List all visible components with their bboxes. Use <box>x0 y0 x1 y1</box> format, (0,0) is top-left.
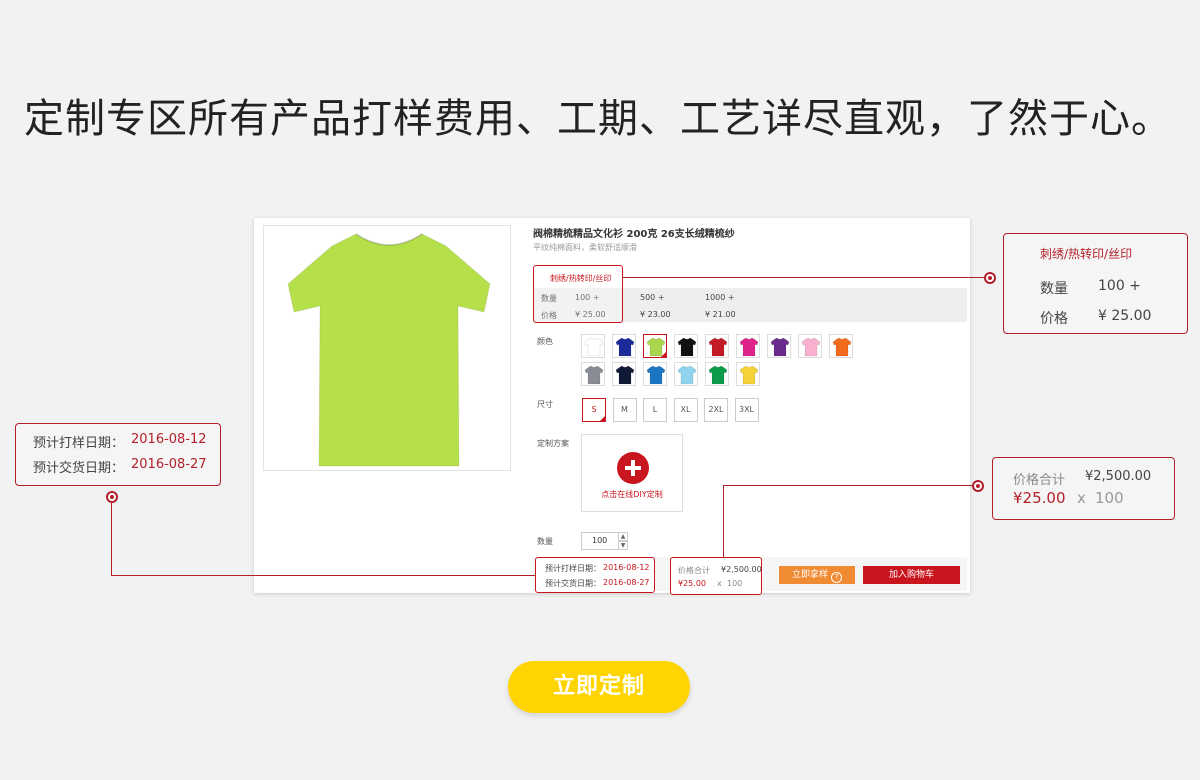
callout-sample-date: 2016-08-12 <box>131 432 207 447</box>
color-swatch[interactable] <box>612 362 636 386</box>
product-title: 阀棉精梳精品文化衫 200克 26支长绒精梳纱 <box>533 229 735 240</box>
tshirt-icon <box>739 337 759 357</box>
quantity-label: 数量 <box>537 537 553 546</box>
tshirt-icon <box>584 365 604 385</box>
help-icon: ? <box>831 572 842 583</box>
callout-total-amount: ¥2,500.00 <box>1085 469 1152 484</box>
color-swatch[interactable] <box>705 362 729 386</box>
total-callout: 价格合计 ¥2,500.00 ¥25.00 x 100 <box>992 457 1175 520</box>
quantity-down-icon[interactable]: ▼ <box>618 541 628 550</box>
color-swatch[interactable] <box>829 334 853 358</box>
connector-line <box>723 485 973 486</box>
tshirt-icon <box>646 365 666 385</box>
size-option[interactable]: M <box>612 398 637 422</box>
total-amount: ¥2,500.00 <box>721 565 762 574</box>
size-option[interactable]: L <box>643 398 667 422</box>
times-sign: x <box>717 579 722 588</box>
callout-qty: 100 + <box>1098 278 1141 294</box>
diy-customize-button[interactable]: 点击在线DIY定制 <box>581 434 683 512</box>
sample-date-label: 预计打样日期： <box>545 564 601 573</box>
product-card: 阀棉精梳精品文化衫 200克 26支长绒精梳纱 平纹纯棉面料，柔软舒适顺滑 数量… <box>254 218 970 595</box>
callout-total-qty: 100 <box>1095 489 1124 507</box>
color-swatch[interactable] <box>736 362 760 386</box>
marker-dot-icon <box>984 272 996 284</box>
size-label: 尺寸 <box>537 400 553 409</box>
callout-qty-label: 数量 <box>1040 281 1068 297</box>
diy-label: 点击在线DIY定制 <box>601 490 663 499</box>
total-label: 价格合计 <box>678 566 710 575</box>
color-swatch[interactable] <box>798 334 822 358</box>
color-swatch[interactable] <box>643 362 667 386</box>
color-swatch[interactable] <box>767 334 791 358</box>
headline: 定制专区所有产品打样费用、工期、工艺详尽直观，了然于心。 <box>24 96 1172 142</box>
callout-unit-price: ¥25.00 <box>1013 489 1066 507</box>
callout-total-label: 价格合计 <box>1013 473 1066 488</box>
color-swatch[interactable] <box>705 334 729 358</box>
quantity-up-icon[interactable]: ▲ <box>618 532 628 541</box>
connector-line <box>111 575 535 576</box>
callout-sample-label: 预计打样日期： <box>33 436 125 451</box>
tshirt-icon <box>708 337 728 357</box>
callout-delivery-date: 2016-08-27 <box>131 457 207 472</box>
callout-craft-title: 刺绣/热转印/丝印 <box>1040 247 1133 261</box>
selected-tier-box[interactable]: 刺绣/热转印/丝印 <box>533 265 623 323</box>
tshirt-icon <box>584 337 604 357</box>
callout-delivery-label: 预计交货日期： <box>33 461 125 476</box>
custom-plan-label: 定制方案 <box>537 439 569 448</box>
size-option[interactable]: XL <box>673 398 698 422</box>
connector-line <box>111 503 112 575</box>
tshirt-icon <box>615 337 635 357</box>
size-option[interactable]: 2XL <box>704 398 728 422</box>
schedule-mini-box: 预计打样日期： 2016-08-12 预计交货日期： 2016-08-27 <box>535 557 655 593</box>
tshirt-icon <box>739 365 759 385</box>
quantity-input[interactable]: 100 <box>581 532 621 550</box>
color-swatch[interactable] <box>736 334 760 358</box>
product-subtitle: 平纹纯棉面料，柔软舒适顺滑 <box>533 243 637 252</box>
size-option[interactable]: S <box>582 398 606 422</box>
marker-dot-icon <box>972 480 984 492</box>
tier-qty: 500 + <box>640 293 665 302</box>
marker-dot-icon <box>106 491 118 503</box>
tshirt-icon <box>615 365 635 385</box>
color-swatch[interactable] <box>674 362 698 386</box>
tshirt-icon <box>801 337 821 357</box>
tshirt-icon <box>646 337 666 357</box>
color-swatch[interactable] <box>612 334 636 358</box>
unit-price: ¥25.00 <box>678 579 706 588</box>
total-mini-box: 价格合计 ¥2,500.00 ¥25.00 x 100 <box>670 557 762 595</box>
schedule-callout: 预计打样日期： 2016-08-12 预计交货日期： 2016-08-27 <box>15 423 221 486</box>
tshirt-icon <box>770 337 790 357</box>
tier-qty: 1000 + <box>705 293 735 302</box>
craft-callout: 刺绣/热转印/丝印 数量 100 + 价格 ¥ 25.00 <box>1003 233 1188 334</box>
color-label: 颜色 <box>537 337 553 346</box>
callout-price: ¥ 25.00 <box>1098 308 1152 324</box>
tshirt-icon <box>677 337 697 357</box>
tshirt-icon <box>677 365 697 385</box>
customize-now-button[interactable]: 立即定制 <box>508 661 690 713</box>
tier-price: ¥ 21.00 <box>705 310 736 319</box>
connector-line <box>622 277 990 278</box>
tshirt-icon <box>832 337 852 357</box>
callout-times: x <box>1077 489 1086 507</box>
delivery-date: 2016-08-27 <box>603 578 650 587</box>
tshirt-icon <box>708 365 728 385</box>
total-qty: 100 <box>727 579 743 588</box>
get-sample-button[interactable]: 立即拿样? <box>779 566 855 584</box>
color-swatch[interactable] <box>674 334 698 358</box>
add-to-cart-button[interactable]: 加入购物车 <box>863 566 960 584</box>
sample-date: 2016-08-12 <box>603 563 650 572</box>
tshirt-image <box>287 233 491 467</box>
connector-line <box>723 485 724 557</box>
size-option[interactable]: 3XL <box>734 398 759 422</box>
color-swatch[interactable] <box>581 334 605 358</box>
tier-price: ¥ 23.00 <box>640 310 671 319</box>
callout-price-label: 价格 <box>1040 311 1068 327</box>
craft-label: 刺绣/热转印/丝印 <box>550 274 612 283</box>
get-sample-label: 立即拿样 <box>791 570 828 580</box>
delivery-date-label: 预计交货日期： <box>545 579 601 588</box>
color-swatch[interactable] <box>643 334 667 358</box>
plus-icon <box>617 452 649 484</box>
color-swatch[interactable] <box>581 362 605 386</box>
product-photo <box>263 225 511 471</box>
